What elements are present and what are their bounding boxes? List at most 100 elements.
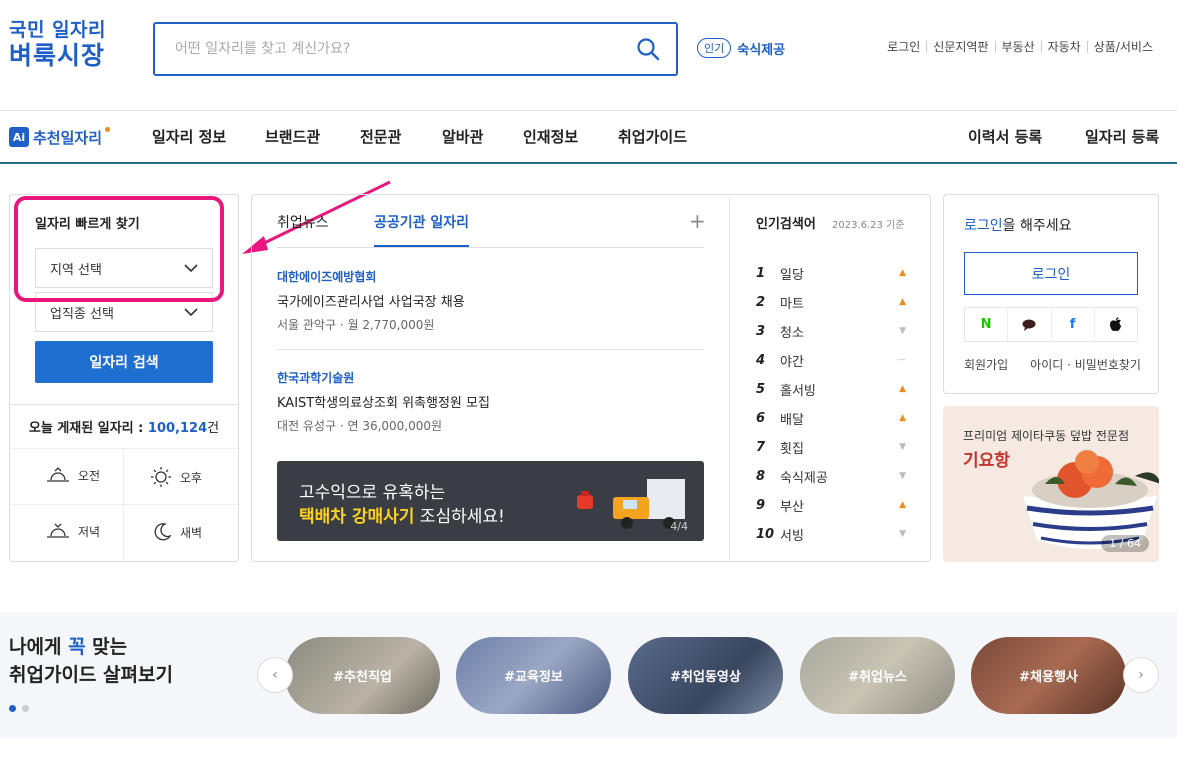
rank-number: 2 [756,294,766,310]
job-title: 국가에이즈관리사업 사업국장 채용 [277,295,465,310]
grid-line [10,448,238,449]
rank-word: 횟집 [780,441,804,457]
apple-icon[interactable] [1093,308,1137,341]
highlight-annotation [14,196,224,302]
time-label: 오전 [78,468,101,483]
carousel-dot[interactable] [9,705,16,712]
carousel-dot[interactable] [22,705,29,712]
chevron-down-icon [184,307,198,316]
time-dawn[interactable]: 새벽 [152,522,202,542]
tab-job-news[interactable]: 취업뉴스 [277,212,329,232]
job-meta: 대전 유성구 · 연 36,000,000원 [277,419,443,433]
today-label: 오늘 게재된 일자리 : [28,421,144,436]
today-number: 100,124 [147,421,208,436]
trend-up-icon: ▲ [899,413,906,423]
ranking-item[interactable]: 7 횟집 ▼ [756,437,906,457]
job-search-button[interactable]: 일자리 검색 [35,341,213,383]
kakao-icon[interactable] [1007,308,1050,341]
rank-word: 부산 [780,499,804,515]
time-afternoon[interactable]: 오후 [150,466,202,488]
nav-ai[interactable]: Ai 추천일자리 [9,124,111,150]
rank-number: 7 [756,439,766,455]
find-account-link[interactable]: 아이디 · 비밀번호찾기 [1030,356,1141,373]
nav-resume-register[interactable]: 이력서 등록 [968,126,1042,147]
sunset-icon [47,523,69,538]
top-links: 로그인 신문지역판 부동산 자동차 상품/서비스 [881,41,1159,53]
rank-word: 야간 [780,354,804,370]
ranking-item[interactable]: 4 야간 — [756,350,906,370]
time-evening[interactable]: 저녁 [46,522,100,540]
public-job-item[interactable]: 한국과학기술원 KAIST학생의료상조회 위촉행정원 모집 대전 유성구 · 연… [277,369,704,434]
guide-card-label: #교육정보 [504,670,563,685]
active-tab-indicator [374,245,469,247]
more-plus-icon[interactable]: + [689,211,706,231]
nav-brand[interactable]: 브랜드관 [265,126,320,147]
tab-public-jobs[interactable]: 공공기관 일자리 [374,212,469,232]
restaurant-ad[interactable]: 프리미엄 제이타쿠동 덮밥 전문점 기요항 1 / 64 [943,406,1159,562]
naver-icon[interactable]: N [965,308,1007,341]
top-link-car[interactable]: 자동차 [1040,41,1087,53]
guide-card-label: #채용행사 [1019,670,1078,685]
ranking-item[interactable]: 8 숙식제공 ▼ [756,466,906,486]
nav-guide[interactable]: 취업가이드 [618,126,687,147]
sun-icon [151,467,171,487]
social-login: N f [964,307,1138,342]
panel-divider [10,404,238,405]
rank-number: 3 [756,323,766,339]
logo-line2: 벼룩시장 [9,40,106,70]
search-box [153,22,678,76]
nav-talent[interactable]: 인재정보 [523,126,578,147]
grid-line [10,504,238,505]
ranking-item[interactable]: 3 청소 ▼ [756,321,906,341]
nav-alba[interactable]: 알바관 [442,126,483,147]
nav-expert[interactable]: 전문관 [360,126,401,147]
popular-keyword[interactable]: 인기 숙식제공 [697,38,785,58]
nav-job-info[interactable]: 일자리 정보 [152,126,226,147]
guide-card[interactable]: #취업뉴스 [800,637,955,714]
popular-badge: 인기 [697,38,732,58]
top-link-goods[interactable]: 상품/서비스 [1086,41,1159,53]
search-input[interactable] [155,24,615,74]
banner-line1: 고수익으로 유혹하는 [299,483,446,503]
guide-card[interactable]: #추천직업 [285,637,440,714]
facebook-icon[interactable]: f [1050,308,1094,341]
speech-bubble-icon [1022,319,1036,331]
popular-word[interactable]: 숙식제공 [737,39,785,58]
signup-link[interactable]: 회원가입 [964,356,1008,373]
ranking-item[interactable]: 5 홀서빙 ▲ [756,379,906,399]
nav-job-register[interactable]: 일자리 등록 [1085,126,1159,147]
carousel-prev-button[interactable]: ‹ [257,657,293,693]
login-message-link[interactable]: 로그인 [964,218,1003,234]
guide-card[interactable]: #채용행사 [971,637,1126,714]
ranking-item[interactable]: 9 부산 ▲ [756,495,906,515]
time-morning[interactable]: 오전 [46,466,100,484]
ranking-date: 2023.6.23 기준 [832,220,905,231]
ranking-item[interactable]: 6 배달 ▲ [756,408,906,428]
moon-icon [154,523,172,541]
guide-card[interactable]: #취업동영상 [628,637,783,714]
ranking-item[interactable]: 10 서빙 ▼ [756,524,906,544]
apple-logo-icon [1110,317,1122,332]
list-divider [277,349,704,350]
public-job-item[interactable]: 대한에이즈예방협회 국가에이즈관리사업 사업국장 채용 서울 관악구 · 월 2… [277,268,704,333]
grid-line [123,448,124,561]
guide-card[interactable]: #교육정보 [456,637,611,714]
ranking-item[interactable]: 2 마트 ▲ [756,292,906,312]
time-label: 오후 [180,470,203,485]
top-link-realestate[interactable]: 부동산 [994,41,1041,53]
banner-page: 4/4 [670,520,688,533]
top-link-login[interactable]: 로그인 [881,41,926,53]
trend-down-icon: ▼ [899,471,906,481]
scam-warning-banner[interactable]: 고수익으로 유혹하는 택배차 강매사기 조심하세요! 4/4 [277,461,704,541]
trend-down-icon: ▼ [899,442,906,452]
rank-word: 배달 [780,412,804,428]
ranking-title: 인기검색어 [756,217,816,232]
site-logo[interactable]: 국민 일자리 벼룩시장 [9,19,106,71]
carousel-next-button[interactable]: › [1123,657,1159,693]
industry-select-label: 업직종 선택 [50,306,114,322]
search-icon[interactable] [636,37,660,61]
top-link-newspaper[interactable]: 신문지역판 [926,41,994,53]
ranking-item[interactable]: 1 일당 ▲ [756,263,906,283]
login-button[interactable]: 로그인 [964,252,1138,295]
nav-divider [0,162,1177,164]
